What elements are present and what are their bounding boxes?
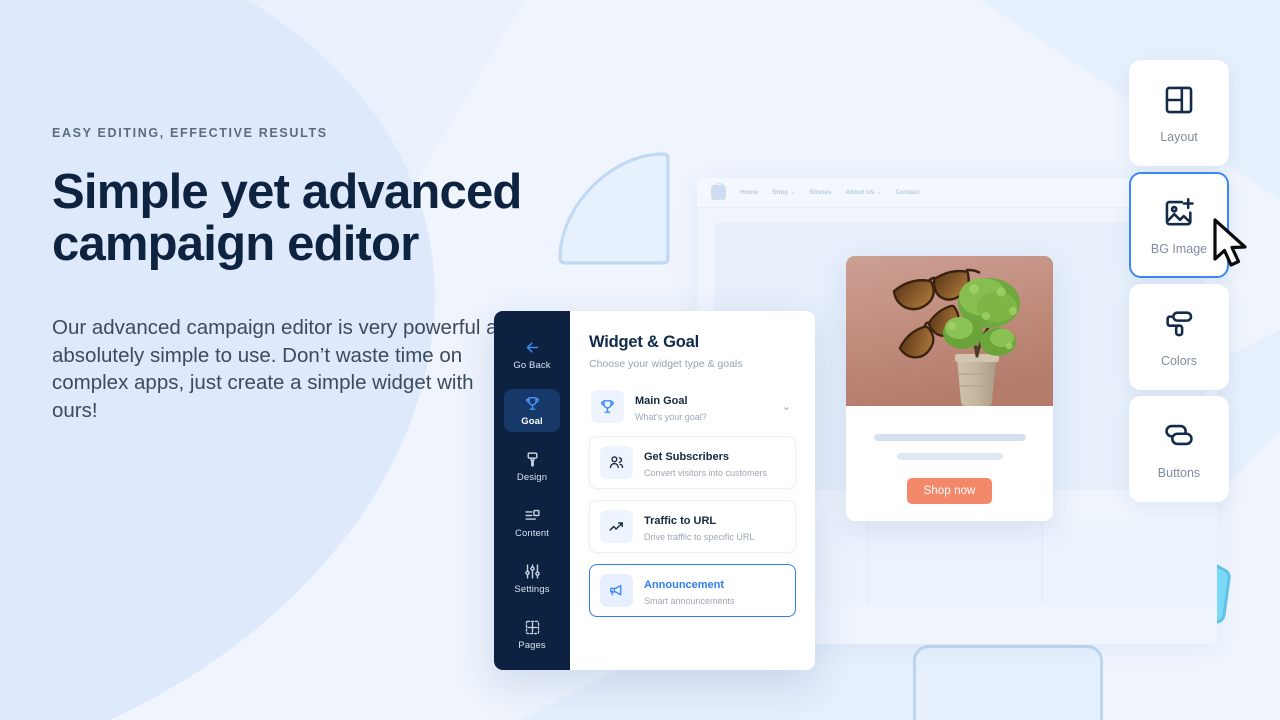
placeholder-line-secondary [896, 453, 1003, 460]
sidebar-item-pages[interactable]: Pages [504, 614, 560, 657]
sidebar-item-label: Pages [518, 640, 546, 652]
trophy-icon [591, 390, 624, 423]
page-root: EASY EDITING, EFFECTIVE RESULTS Simple y… [0, 0, 1280, 720]
sidebar-item-go-back[interactable]: Go Back [504, 333, 560, 376]
sidebar-item-label: Content [515, 528, 549, 540]
chevron-down-icon: ⌄ [876, 189, 882, 196]
main-goal-subtitle: What's your goal? [635, 412, 707, 422]
tool-card-layout[interactable]: Layout [1129, 60, 1229, 166]
nav-label: About Us [845, 189, 875, 196]
trending-up-icon [600, 510, 633, 543]
nav-label: Shop [772, 189, 789, 196]
option-text: Announcement Smart announcements [644, 575, 785, 606]
tool-cards-list: Layout BG Image Colors Buttons [1129, 60, 1229, 508]
option-text: Get Subscribers Convert visitors into cu… [644, 447, 785, 478]
main-goal-text: Main Goal What's your goal? [635, 391, 771, 422]
option-subtitle: Convert visitors into customers [644, 468, 768, 478]
hero-eyebrow: EASY EDITING, EFFECTIVE RESULTS [52, 126, 328, 140]
sidebar-item-label: Settings [514, 584, 550, 596]
tool-card-bg-image[interactable]: BG Image [1129, 172, 1229, 278]
sidebar-item-settings[interactable]: Settings [504, 558, 560, 601]
campaign-editor-panel: Go Back Goal Design Content Settings Pag… [494, 311, 815, 670]
megaphone-icon [600, 574, 633, 607]
pages-grid-icon [525, 621, 539, 635]
chevron-down-icon[interactable]: ⌄ [782, 400, 794, 413]
sliders-icon [524, 564, 540, 579]
sidebar-item-label: Go Back [513, 359, 551, 371]
nav-item-shop[interactable]: Shop ⌄ [772, 189, 795, 196]
option-title: Traffic to URL [644, 515, 717, 527]
page-title: Simple yet advanced campaign editor [52, 166, 522, 270]
shop-now-button[interactable]: Shop now [906, 478, 993, 504]
tool-card-label: BG Image [1150, 241, 1208, 256]
sidebar-item-label: Goal [521, 415, 543, 427]
option-text: Traffic to URL Drive trafflic to specifi… [644, 511, 785, 542]
option-subtitle: Smart announcements [644, 596, 735, 606]
layout-icon [1165, 86, 1193, 113]
content-layout-icon [524, 509, 540, 520]
sunglasses-and-plant-illustration [846, 256, 1053, 406]
image-plus-icon [1165, 197, 1194, 225]
option-subtitle: Drive trafflic to specific URL [644, 532, 755, 542]
goal-option-announcement[interactable]: Announcement Smart announcements [589, 564, 796, 617]
option-title: Get Subscribers [644, 451, 729, 463]
nav-label: Home [740, 189, 759, 196]
sidebar-item-design[interactable]: Design [504, 445, 560, 488]
nav-item-contact[interactable]: Contact [895, 189, 919, 196]
hero-body-text: Our advanced campaign editor is very pow… [52, 316, 521, 422]
panel-subtitle: Choose your widget type & goals [589, 358, 743, 370]
nav-item-about-us[interactable]: About Us ⌄ [845, 189, 881, 196]
tool-card-colors[interactable]: Colors [1129, 284, 1229, 390]
panel-title: Widget & Goal [589, 333, 699, 351]
buttons-icon [1165, 424, 1193, 445]
editor-sidebar: Go Back Goal Design Content Settings Pag… [494, 311, 570, 670]
option-title: Announcement [644, 579, 725, 591]
main-goal-dropdown[interactable]: Main Goal What's your goal? ⌄ [589, 388, 796, 425]
nav-label: Contact [895, 189, 920, 196]
sidebar-item-goal[interactable]: Goal [504, 389, 560, 433]
tool-card-label: Layout [1160, 129, 1198, 144]
paintbrush-icon [527, 452, 537, 467]
trophy-icon [525, 396, 539, 410]
users-icon [600, 446, 633, 479]
goal-option-traffic-to-url[interactable]: Traffic to URL Drive trafflic to specifi… [589, 500, 796, 553]
mock-column-divider [1042, 522, 1043, 606]
sidebar-item-label: Design [516, 471, 548, 483]
arrow-left-icon [526, 342, 538, 353]
headline-line-1: Simple yet advanced [52, 165, 522, 219]
shopping-bag-icon [711, 182, 726, 200]
hero-copy: EASY EDITING, EFFECTIVE RESULTS Simple y… [52, 126, 522, 424]
product-card-body: Shop now [846, 406, 1053, 521]
goal-option-get-subscribers[interactable]: Get Subscribers Convert visitors into cu… [589, 436, 796, 489]
nav-item-home[interactable]: Home [740, 189, 758, 196]
mock-column-divider [867, 522, 868, 606]
tool-card-label: Buttons [1157, 465, 1201, 480]
tool-card-buttons[interactable]: Buttons [1129, 396, 1229, 502]
tool-card-label: Colors [1160, 353, 1198, 368]
paint-roller-icon [1166, 310, 1193, 336]
main-goal-title: Main Goal [635, 395, 688, 407]
product-preview-card: Shop now [846, 256, 1053, 521]
nav-item-stories[interactable]: Stories [809, 189, 831, 196]
product-photo [846, 256, 1053, 406]
nav-label: Stories [809, 189, 832, 196]
placeholder-line-primary [873, 434, 1026, 441]
chevron-down-icon: ⌄ [790, 189, 796, 196]
sidebar-item-content[interactable]: Content [504, 502, 560, 545]
quarter-circle-outline-shape [558, 152, 670, 265]
editor-content-panel: Widget & Goal Choose your widget type & … [570, 311, 815, 670]
headline-line-2: campaign editor [52, 217, 419, 271]
rounded-rect-outline-shape [913, 645, 1103, 720]
